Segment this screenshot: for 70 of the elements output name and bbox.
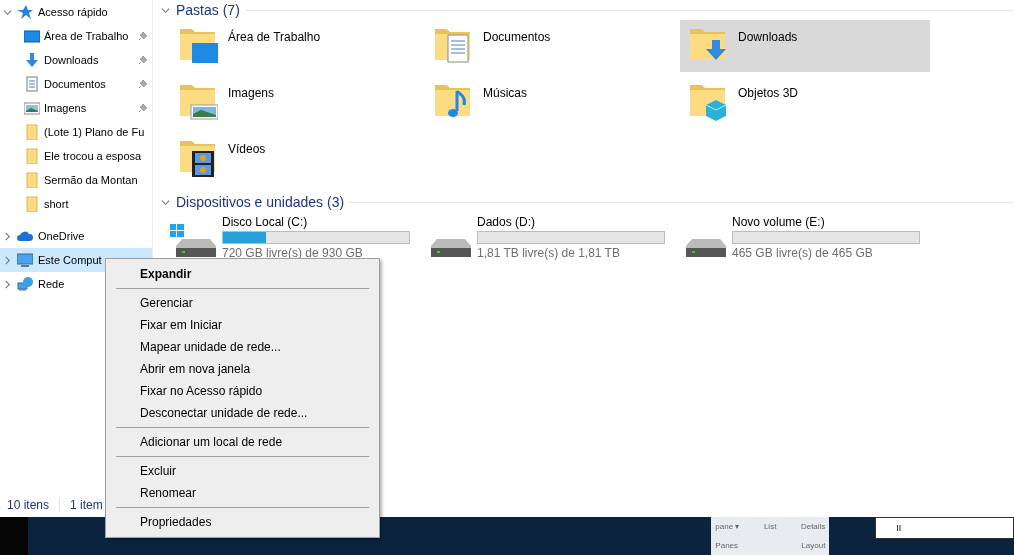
group-header[interactable]: Dispositivos e unidades (3) (176, 194, 345, 210)
folder-tile[interactable]: Músicas (425, 76, 675, 128)
ribbon-label: List (763, 522, 777, 531)
folder-tile[interactable]: Vídeos (170, 132, 420, 184)
nav-item[interactable]: Ele trocou a esposa (0, 144, 152, 168)
drive-icon (431, 238, 471, 258)
drive-name: Disco Local (C:) (222, 215, 309, 229)
monitor-icon (17, 252, 33, 268)
group-header[interactable]: Pastas (7) (176, 2, 240, 18)
folder-tile[interactable]: Objetos 3D (680, 76, 930, 128)
folder-icon (24, 172, 40, 188)
chevron-right-icon[interactable] (3, 231, 12, 241)
menu-item[interactable]: Gerenciar (106, 292, 379, 314)
nav-item[interactable]: Imagens (0, 96, 152, 120)
chevron-right-icon[interactable] (3, 255, 12, 265)
pin-icon[interactable] (138, 55, 148, 65)
menu-item[interactable]: Fixar no Acesso rápido (106, 380, 379, 402)
picture-icon (24, 100, 40, 116)
drive-tile[interactable]: Dados (D:) 1,81 TB livre(s) de 1,81 TB (425, 212, 675, 260)
nav-item[interactable]: Área de Trabalho (0, 24, 152, 48)
drive-name: Dados (D:) (477, 215, 536, 229)
drive-tile[interactable]: Disco Local (C:) 720 GB livre(s) de 930 GB (170, 212, 420, 260)
chevron-down-icon[interactable] (161, 197, 170, 207)
status-text: 10 itens (7, 497, 50, 512)
ribbon-label: pane ▾ (715, 522, 740, 531)
folder-icon (24, 124, 40, 140)
pin-icon[interactable] (138, 31, 148, 41)
nav-item[interactable]: (Lote 1) Plano de Fu (0, 120, 152, 144)
pause-button[interactable]: II (875, 517, 1014, 539)
pin-icon[interactable] (138, 79, 148, 89)
nav-item[interactable]: short (0, 192, 152, 216)
chevron-down-icon[interactable] (3, 7, 12, 17)
chevron-right-icon[interactable] (3, 279, 12, 289)
menu-item[interactable]: Renomear (106, 482, 379, 504)
nav-item[interactable]: Downloads (0, 48, 152, 72)
free-space-text: 465 GB livre(s) de 465 GB (732, 246, 874, 260)
free-space-text: 1,81 TB livre(s) de 1,81 TB (477, 246, 621, 260)
menu-item[interactable]: Mapear unidade de rede... (106, 336, 379, 358)
desktop-icon (24, 28, 40, 44)
nav-item[interactable]: Sermão da Montan (0, 168, 152, 192)
status-text: 1 item (70, 497, 103, 512)
ribbon-group-label: Panes (715, 541, 739, 550)
folder-tile[interactable]: Downloads (680, 20, 930, 72)
ribbon-label: Details (800, 522, 826, 531)
pin-icon[interactable] (138, 103, 148, 113)
drive-tile[interactable]: Novo volume (E:) 465 GB livre(s) de 465 GB (680, 212, 930, 260)
menu-item[interactable]: Propriedades (106, 511, 379, 533)
menu-item[interactable]: Fixar em Iniciar (106, 314, 379, 336)
menu-item[interactable]: Desconectar unidade de rede... (106, 402, 379, 424)
menu-item[interactable]: Adicionar um local de rede (106, 431, 379, 453)
folder-icon (24, 196, 40, 212)
nav-item[interactable]: Documentos (0, 72, 152, 96)
chevron-down-icon[interactable] (161, 5, 170, 15)
folder-tile[interactable]: Área de Trabalho (170, 20, 420, 72)
free-space-text: 720 GB livre(s) de 930 GB (222, 246, 364, 260)
ribbon-group-label: Layout (801, 541, 826, 550)
dark-panel (0, 517, 29, 555)
menu-item[interactable]: Excluir (106, 460, 379, 482)
drive-icon (686, 238, 726, 258)
nav-item[interactable]: Acesso rápido (0, 0, 152, 24)
nav-item[interactable]: OneDrive (0, 224, 152, 248)
download-arrow-icon (24, 52, 40, 68)
folder-icon (24, 148, 40, 164)
folder-tile[interactable]: Documentos (425, 20, 675, 72)
drive-name: Novo volume (E:) (732, 215, 826, 229)
menu-item[interactable]: Abrir em nova janela (106, 358, 379, 380)
document-icon (24, 76, 40, 92)
folder-tile[interactable]: Imagens (170, 76, 420, 128)
star-icon (17, 4, 33, 20)
network-icon (17, 276, 33, 292)
